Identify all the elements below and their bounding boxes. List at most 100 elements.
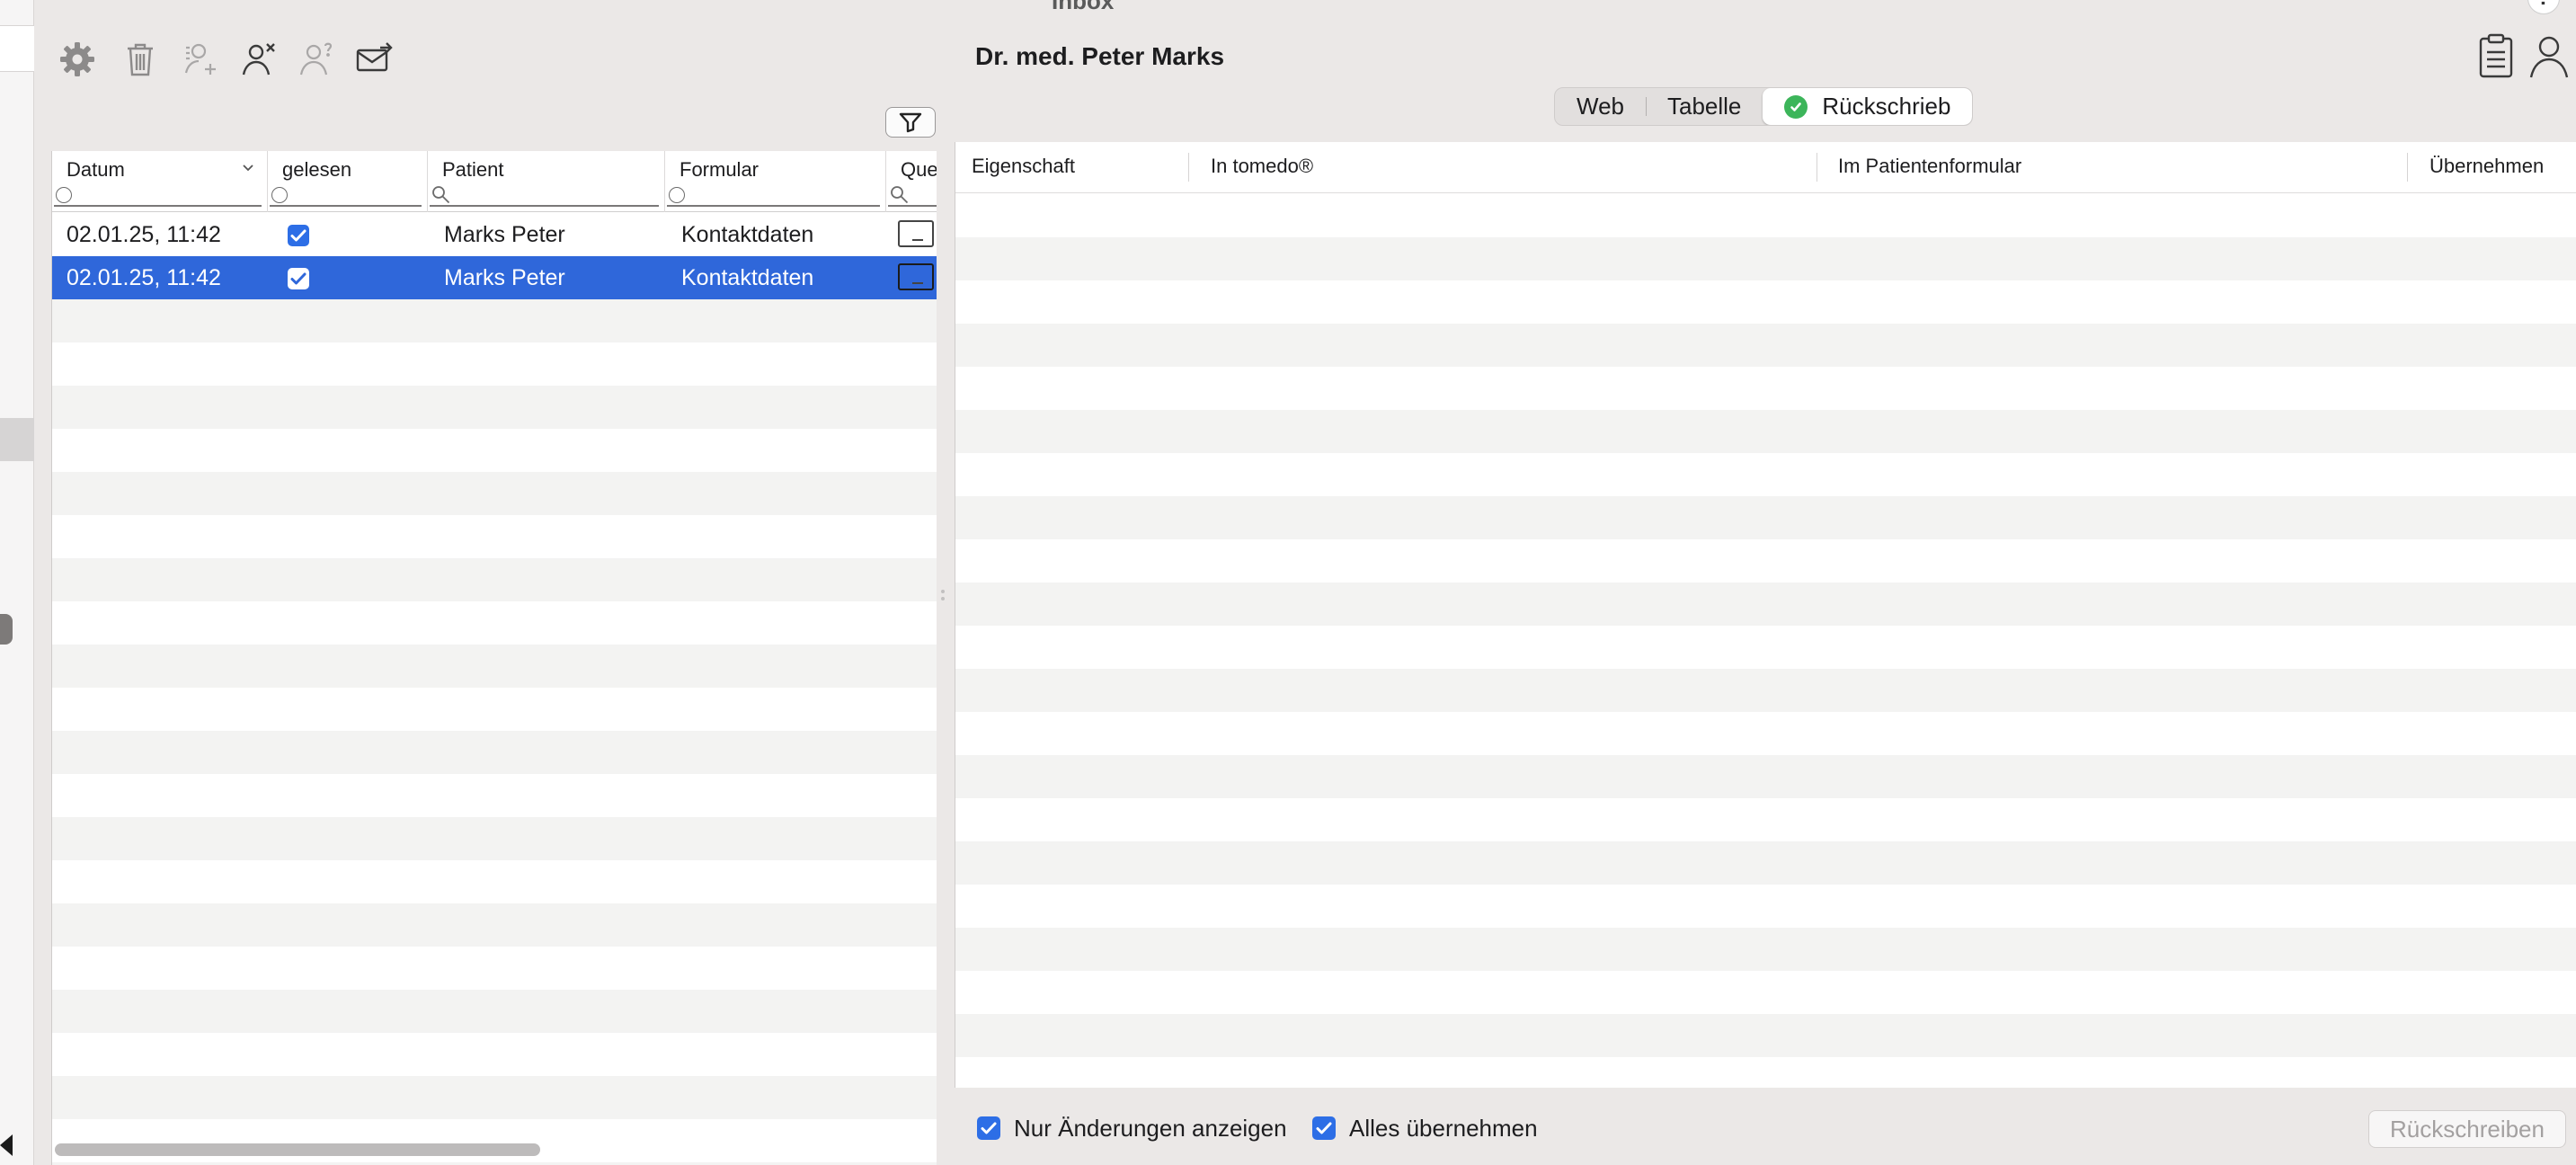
empty-row	[955, 410, 2576, 453]
empty-row	[955, 367, 2576, 410]
gelesen-filter-field[interactable]	[270, 185, 422, 207]
gelesen-checkbox[interactable]	[288, 268, 309, 289]
view-tabs: Web Tabelle Rückschrieb	[1554, 87, 1974, 126]
empty-row	[52, 1076, 937, 1119]
filter-button[interactable]	[885, 107, 936, 138]
empty-row	[955, 324, 2576, 367]
assign-patient-icon[interactable]	[178, 36, 225, 83]
inbox-table-header: Datum gelesen Patient Formular Que	[52, 151, 937, 212]
column-label: Formular	[680, 158, 759, 181]
quelle-search-field[interactable]	[888, 185, 937, 207]
cell-datum: 02.01.25, 11:42	[67, 222, 221, 247]
empty-row	[52, 429, 937, 472]
inbox-table: Datum gelesen Patient Formular Que 02.01…	[51, 151, 937, 1165]
empty-row	[955, 626, 2576, 669]
empty-row	[955, 841, 2576, 885]
tab-label: Web	[1577, 93, 1624, 120]
funnel-icon	[899, 112, 922, 133]
only-changes-checkbox[interactable]	[977, 1116, 1000, 1140]
empty-row	[52, 342, 937, 386]
empty-row	[52, 601, 937, 645]
column-uebernehmen[interactable]: Übernehmen	[2429, 155, 2544, 178]
source-document-icon[interactable]	[898, 263, 934, 290]
patient-search-field[interactable]	[430, 185, 659, 207]
mail-send-icon[interactable]	[351, 36, 397, 83]
column-label: gelesen	[282, 158, 352, 181]
unknown-patient-icon[interactable]	[293, 36, 340, 83]
column-quelle[interactable]: Que	[886, 151, 937, 212]
column-datum[interactable]: Datum	[52, 151, 268, 212]
empty-row	[52, 472, 937, 515]
patient-profile-icon[interactable]	[2526, 32, 2572, 79]
empty-row	[955, 798, 2576, 841]
collapse-arrow-icon[interactable]	[0, 1134, 13, 1156]
column-label: Que	[901, 158, 937, 181]
column-gelesen[interactable]: gelesen	[268, 151, 428, 212]
empty-row	[52, 860, 937, 903]
empty-row	[52, 515, 937, 558]
empty-row	[52, 817, 937, 860]
writeback-table-header: Eigenschaft In tomedo® Im Patientenformu…	[955, 142, 2576, 193]
column-im-patientenformular[interactable]: Im Patientenformular	[1838, 155, 2021, 178]
empty-row	[955, 237, 2576, 280]
column-patient[interactable]: Patient	[428, 151, 665, 212]
gear-icon[interactable]	[54, 36, 101, 83]
filter-circle-icon	[271, 187, 288, 203]
search-icon	[891, 186, 909, 204]
source-document-icon[interactable]	[898, 220, 934, 247]
empty-row	[955, 971, 2576, 1014]
empty-row	[955, 755, 2576, 798]
empty-row	[955, 669, 2576, 712]
cell-patient: Marks Peter	[444, 265, 565, 290]
sort-chevron-icon[interactable]	[242, 162, 254, 174]
table-row-selected[interactable]: 02.01.25, 11:42 Marks Peter Kontaktdaten	[52, 256, 937, 299]
tab-tabelle[interactable]: Tabelle	[1646, 88, 1763, 125]
cell-formular: Kontaktdaten	[681, 222, 814, 247]
patient-title: Dr. med. Peter Marks	[975, 42, 1225, 70]
empty-row	[52, 990, 937, 1033]
column-in-tomedo[interactable]: In tomedo®	[1211, 155, 1313, 178]
empty-row	[955, 582, 2576, 626]
write-back-button[interactable]: Rückschreiben	[2368, 1110, 2566, 1148]
empty-row	[955, 453, 2576, 496]
empty-row	[52, 386, 937, 429]
column-separator[interactable]	[2407, 153, 2408, 182]
gelesen-checkbox[interactable]	[288, 225, 309, 246]
empty-row	[52, 947, 937, 990]
trash-icon[interactable]	[117, 36, 164, 83]
clipboard-icon[interactable]	[2477, 32, 2515, 79]
split-divider-handle[interactable]	[938, 586, 947, 604]
column-formular[interactable]: Formular	[665, 151, 886, 212]
formular-filter-field[interactable]	[667, 185, 880, 207]
only-changes-label[interactable]: Nur Änderungen anzeigen	[1014, 1115, 1287, 1143]
tab-web[interactable]: Web	[1555, 88, 1646, 125]
writeback-table: Eigenschaft In tomedo® Im Patientenformu…	[955, 142, 2576, 1088]
column-label: Patient	[442, 158, 504, 181]
empty-row	[955, 539, 2576, 582]
filter-circle-icon	[56, 187, 72, 203]
sidebar-top-field[interactable]	[0, 25, 34, 72]
filter-circle-icon	[669, 187, 685, 203]
empty-row	[955, 712, 2576, 755]
cell-formular: Kontaktdaten	[681, 265, 814, 290]
empty-row	[52, 645, 937, 688]
tab-rueckschrieb[interactable]: Rückschrieb	[1763, 88, 1973, 125]
column-separator[interactable]	[1188, 153, 1189, 182]
remove-patient-icon[interactable]	[235, 36, 282, 83]
empty-row	[955, 496, 2576, 539]
accept-all-checkbox[interactable]	[1312, 1116, 1336, 1140]
datum-filter-field[interactable]	[54, 185, 262, 207]
window-title: Inbox	[1052, 0, 1115, 14]
horizontal-scrollbar[interactable]	[55, 1143, 540, 1156]
empty-row	[955, 928, 2576, 971]
accept-all-label[interactable]: Alles übernehmen	[1349, 1115, 1538, 1143]
help-button[interactable]: ?	[2527, 0, 2560, 14]
column-label: Datum	[67, 158, 125, 181]
checkmark-circle-icon	[1784, 94, 1808, 119]
sidebar-selected-item[interactable]	[0, 418, 34, 461]
cell-patient: Marks Peter	[444, 222, 565, 247]
empty-row	[955, 280, 2576, 324]
column-eigenschaft[interactable]: Eigenschaft	[972, 155, 1075, 178]
search-icon	[432, 186, 450, 204]
table-row[interactable]: 02.01.25, 11:42 Marks Peter Kontaktdaten	[52, 213, 937, 256]
